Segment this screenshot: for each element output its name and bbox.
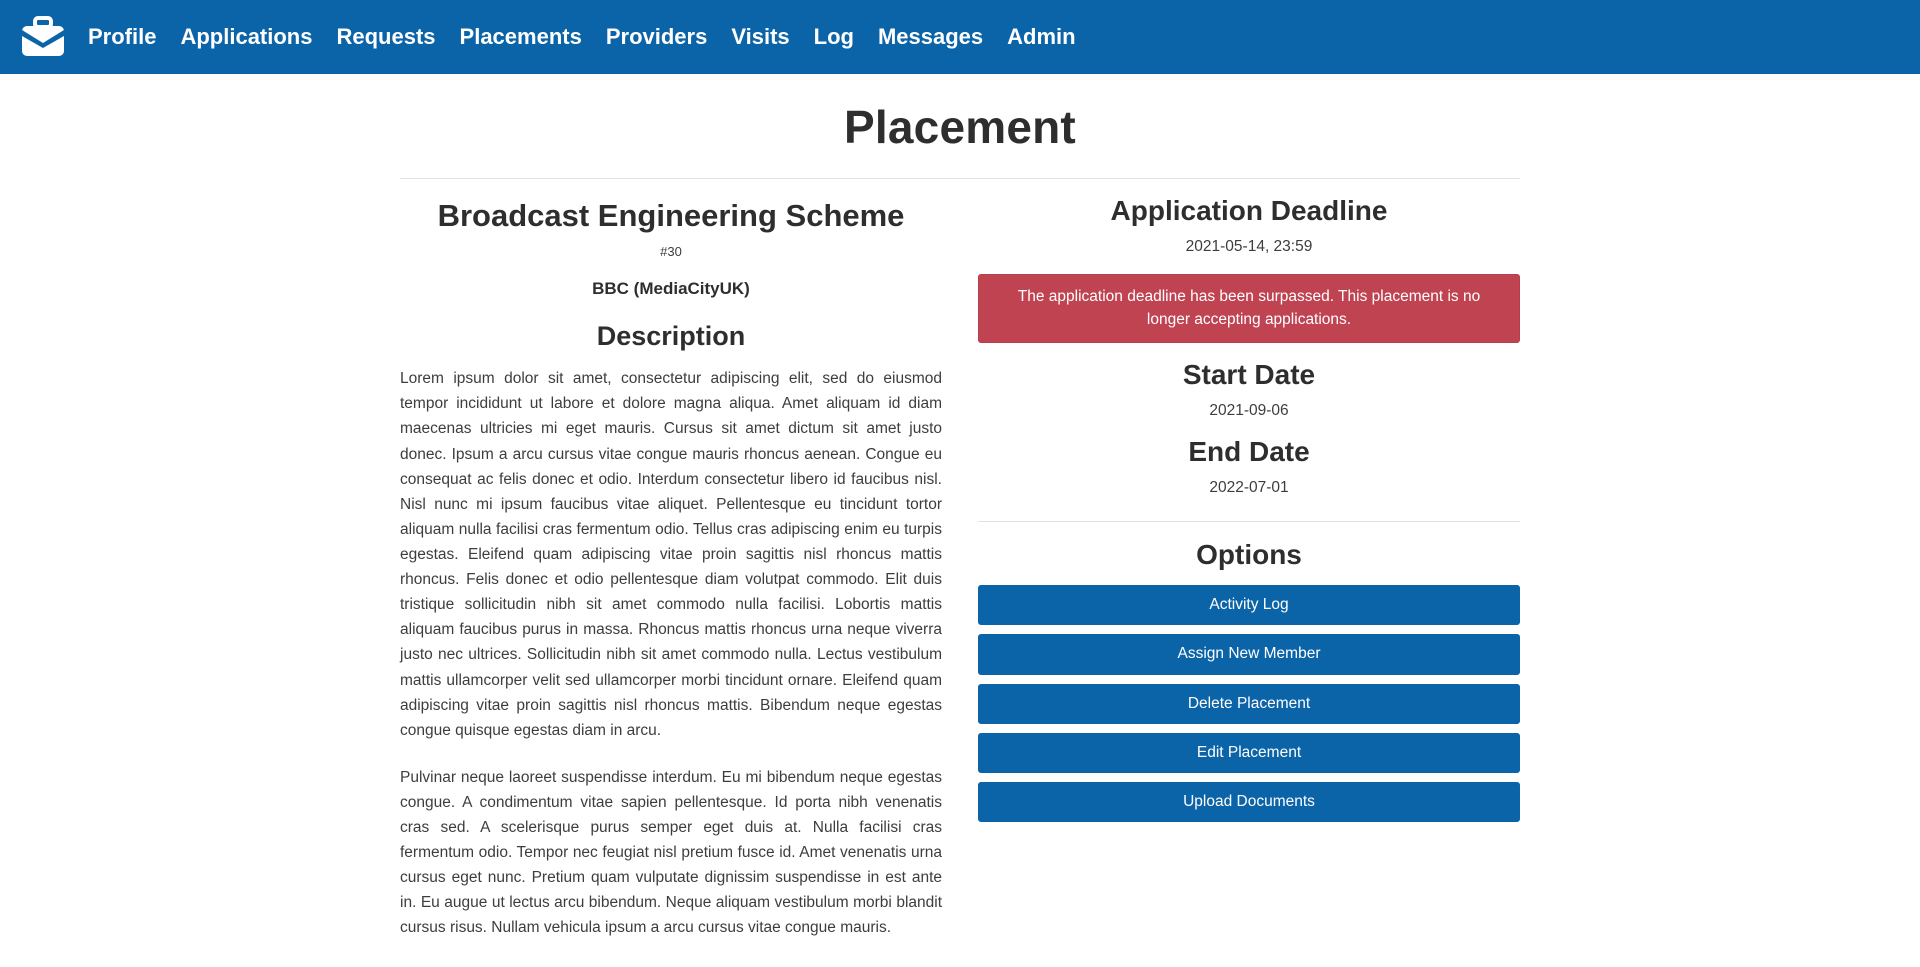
deadline-passed-alert: The application deadline has been surpas… (978, 274, 1520, 344)
briefcase-icon (20, 16, 66, 58)
nav-item: Visits (731, 24, 789, 49)
application-deadline-value: 2021-05-14, 23:59 (1185, 238, 1313, 255)
nav-link-log[interactable]: Log (814, 24, 854, 49)
nav-link-messages[interactable]: Messages (878, 24, 983, 49)
description-paragraph: Lorem ipsum dolor sit amet, consectetur … (400, 370, 942, 739)
deadline-passed-alert-text: The application deadline has been surpas… (1017, 288, 1481, 328)
placement-details-column: Broadcast Engineering Scheme #30 BBC (Me… (400, 179, 960, 941)
description-heading: Description (596, 321, 746, 352)
application-deadline-heading: Application Deadline (1110, 195, 1388, 226)
options-heading: Options (1196, 539, 1302, 571)
two-column-row: Broadcast Engineering Scheme #30 BBC (Me… (400, 179, 1520, 941)
provider-name: BBC (MediaCityUK) (592, 279, 750, 299)
nav-item: Messages (878, 24, 983, 49)
nav-link-placements[interactable]: Placements (460, 24, 582, 49)
nav-item: Admin (1007, 24, 1075, 49)
nav-link-providers[interactable]: Providers (606, 24, 708, 49)
options-button-stack: Activity Log Assign New Member Delete Pl… (978, 585, 1520, 822)
nav-item: Applications (180, 24, 312, 49)
activity-log-button[interactable]: Activity Log (978, 585, 1520, 626)
nav-item: Log (814, 24, 854, 49)
start-date-value: 2021-09-06 (1209, 402, 1289, 420)
nav-item: Placements (460, 24, 582, 49)
scheme-title: Broadcast Engineering Scheme (437, 198, 905, 233)
main-navbar: Profile Applications Requests Placements… (0, 0, 1920, 74)
content-container: Broadcast Engineering Scheme #30 BBC (Me… (400, 178, 1520, 941)
nav-link-profile[interactable]: Profile (88, 24, 156, 49)
placement-id: #30 (660, 244, 682, 260)
nav-item: Requests (336, 24, 435, 49)
nav-link-visits[interactable]: Visits (731, 24, 789, 49)
delete-placement-button[interactable]: Delete Placement (978, 683, 1520, 724)
brand-logo-link[interactable] (12, 6, 74, 68)
start-date-heading: Start Date (1182, 359, 1316, 391)
nav-link-applications[interactable]: Applications (180, 24, 312, 49)
placement-sidebar-column: Application Deadline 2021-05-14, 23:59 T… (960, 179, 1520, 822)
navbar-links: Profile Applications Requests Placements… (88, 24, 1076, 49)
nav-link-requests[interactable]: Requests (336, 24, 435, 49)
description-paragraph: Pulvinar neque laoreet suspendisse inter… (400, 768, 942, 937)
nav-item: Profile (88, 24, 156, 49)
end-date-heading: End Date (1188, 436, 1310, 468)
page-content: Placement Broadcast Engineering Scheme #… (0, 74, 1920, 967)
edit-placement-button[interactable]: Edit Placement (978, 732, 1520, 773)
options-divider (978, 521, 1520, 523)
nav-item: Providers (606, 24, 708, 49)
end-date-value: 2022-07-01 (1209, 479, 1289, 497)
page-title: Placement (844, 101, 1076, 153)
assign-new-member-button[interactable]: Assign New Member (978, 634, 1520, 675)
nav-link-admin[interactable]: Admin (1007, 24, 1075, 49)
upload-documents-button[interactable]: Upload Documents (978, 781, 1520, 822)
